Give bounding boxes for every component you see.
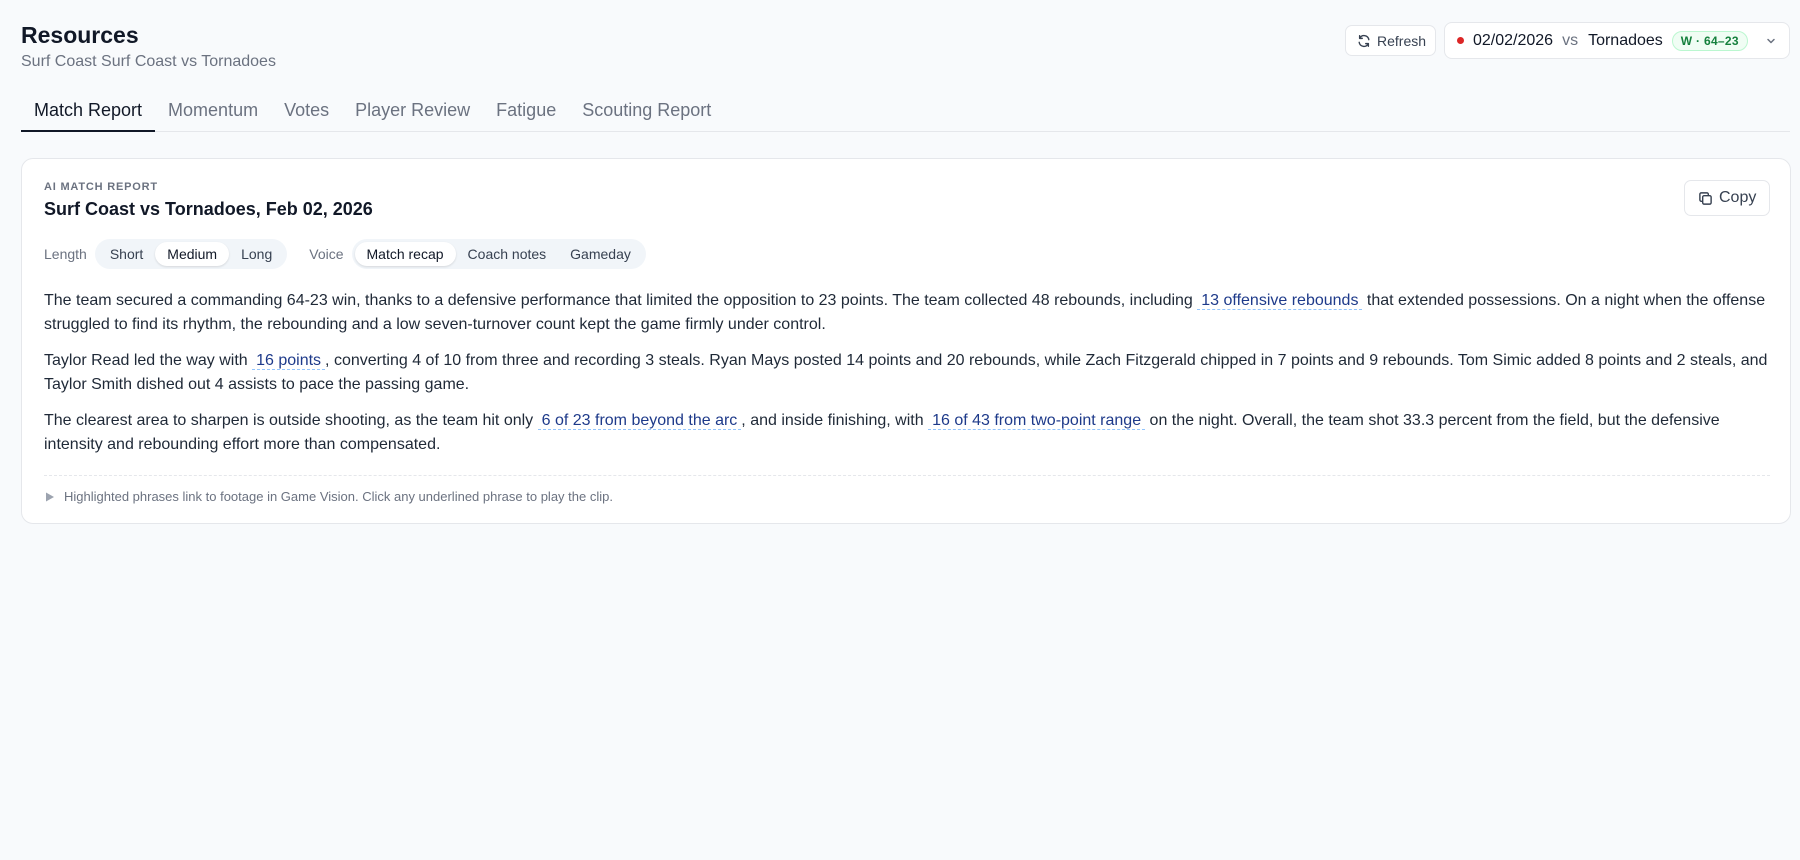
tab-player-review[interactable]: Player Review [342, 96, 483, 132]
refresh-label: Refresh [1377, 32, 1427, 49]
chevron-down-icon [1767, 38, 1775, 44]
voice-option-gameday[interactable]: Gameday [558, 242, 643, 266]
length-option-medium[interactable]: Medium [155, 242, 230, 266]
report-body: The team secured a commanding 64-23 win,… [44, 289, 1770, 469]
tab-match-report[interactable]: Match Report [21, 96, 156, 132]
length-label: Length [44, 246, 87, 262]
copy-button[interactable]: Copy [1684, 180, 1770, 216]
paragraph-text: The clearest area to sharpen is outside … [44, 412, 538, 429]
tab-fatigue[interactable]: Fatigue [483, 96, 569, 132]
card-title: Surf Coast vs Tornadoes, Feb 02, 2026 [44, 199, 373, 219]
divider [44, 475, 1770, 476]
tab-votes[interactable]: Votes [271, 96, 342, 132]
footnote: Highlighted phrases link to footage in G… [44, 489, 613, 504]
length-option-long[interactable]: Long [229, 242, 284, 266]
report-paragraph: The team secured a commanding 64-23 win,… [44, 289, 1770, 337]
copy-label: Copy [1719, 189, 1757, 206]
voice-option-match-recap[interactable]: Match recap [354, 242, 456, 266]
match-report-card: AI MATCH REPORT Surf Coast vs Tornadoes,… [21, 158, 1791, 524]
report-paragraph: The clearest area to sharpen is outside … [44, 409, 1770, 457]
game-date: 02/02/2026 [1473, 31, 1554, 49]
tab-scouting-report[interactable]: Scouting Report [569, 96, 724, 132]
length-option-short[interactable]: Short [98, 242, 155, 266]
report-paragraph: Taylor Read led the way with 16 points, … [44, 349, 1770, 397]
footage-link[interactable]: 6 of 23 from beyond the arc [537, 412, 742, 430]
tab-momentum[interactable]: Momentum [155, 96, 271, 132]
refresh-button[interactable]: Refresh [1345, 25, 1436, 56]
page-title: Resources [21, 22, 139, 48]
voice-label: Voice [309, 246, 344, 262]
paragraph-text: Taylor Read led the way with [44, 352, 253, 369]
game-opponent: Tornadoes [1588, 31, 1663, 49]
refresh-icon [1358, 34, 1370, 47]
voice-option-coach-notes[interactable]: Coach notes [456, 242, 559, 266]
voice-segmented-control: Match recap Coach notes Gameday [351, 239, 646, 269]
tab-bar: Match Report Momentum Votes Player Revie… [21, 96, 1790, 132]
play-icon [46, 492, 54, 501]
game-select[interactable]: 02/02/2026 vs Tornadoes W · 64–23 [1444, 22, 1790, 59]
result-badge: W · 64–23 [1671, 30, 1748, 51]
copy-icon [1699, 191, 1712, 205]
length-segmented-control: Short Medium Long [94, 239, 288, 269]
game-vs: vs [1562, 31, 1579, 49]
paragraph-text: , and inside finishing, with [741, 412, 929, 429]
report-controls: Length Short Medium Long Voice Match rec… [44, 239, 646, 269]
card-eyebrow: AI MATCH REPORT [44, 181, 158, 193]
paragraph-text: The team secured a commanding 64-23 win,… [44, 292, 1198, 309]
live-dot-icon [1457, 37, 1464, 44]
footage-link[interactable]: 16 of 43 from two-point range [928, 412, 1146, 430]
footage-link[interactable]: 13 offensive rebounds [1197, 292, 1363, 310]
footage-link[interactable]: 16 points [252, 352, 326, 370]
page-subtitle: Surf Coast Surf Coast vs Tornadoes [21, 53, 276, 70]
footnote-text: Highlighted phrases link to footage in G… [64, 489, 613, 504]
